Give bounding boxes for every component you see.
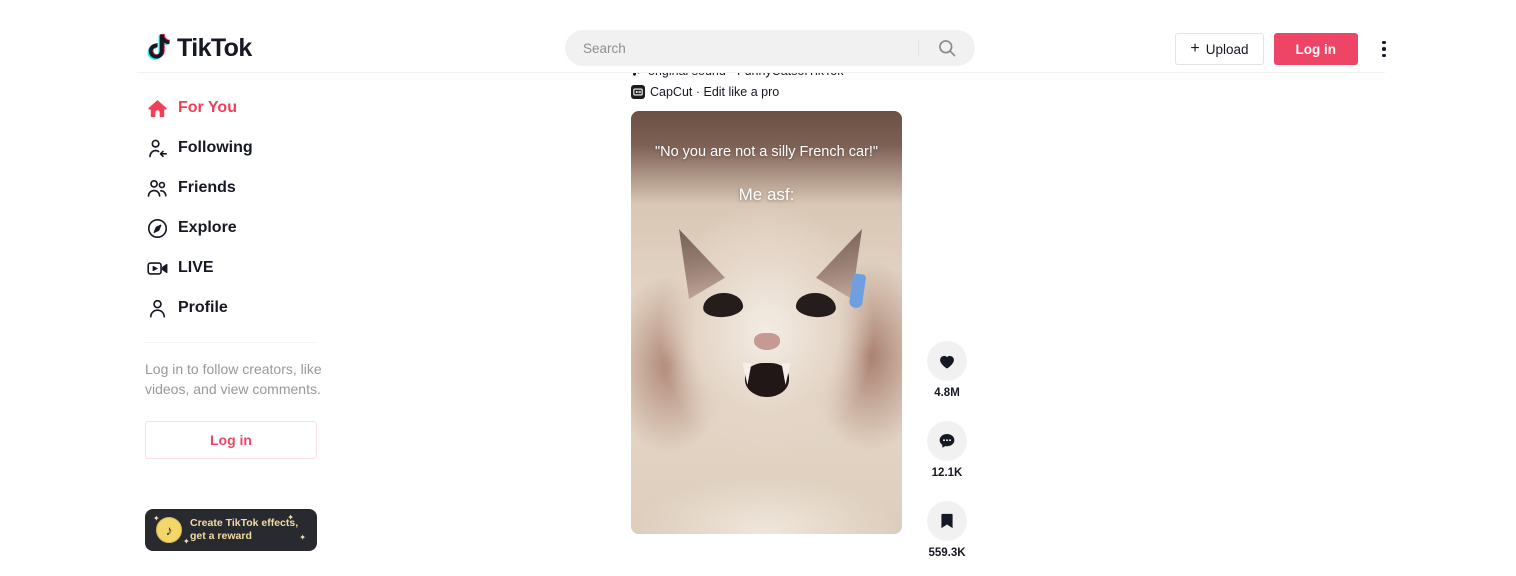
sidebar-item-label: Explore: [178, 219, 237, 236]
top-header: TikTok + Upload Log in: [0, 0, 1516, 73]
bookmark-button[interactable]: [927, 501, 967, 541]
search-button[interactable]: [919, 30, 975, 66]
header-actions: + Upload Log in: [1175, 33, 1396, 65]
video-player[interactable]: "No you are not a silly French car!" Me …: [631, 111, 902, 534]
sidebar-item-label: Following: [178, 139, 253, 156]
sparkle-icon: ✦: [287, 513, 294, 522]
sidebar-item-label: Profile: [178, 299, 228, 316]
sidebar-item-live[interactable]: LIVE: [145, 248, 345, 288]
like-action: 4.8M: [917, 341, 977, 400]
comment-action: 12.1K: [917, 421, 977, 480]
video-caption-overlay: "No you are not a silly French car!" Me …: [631, 142, 902, 206]
search-icon: [939, 40, 956, 57]
tiktok-page: TikTok + Upload Log in: [0, 0, 1516, 576]
like-button[interactable]: [927, 341, 967, 381]
cat-mouth: [744, 363, 789, 397]
effects-banner-text: Create TikTok effects, get a reward: [190, 517, 298, 543]
effects-banner-line2: get a reward: [190, 530, 252, 542]
home-icon: [145, 96, 169, 120]
sidebar-item-for-you[interactable]: For You: [145, 88, 345, 128]
search-input[interactable]: [565, 31, 918, 65]
sidebar-item-label: LIVE: [178, 259, 214, 276]
sidebar-divider: [145, 342, 317, 343]
comment-count: 12.1K: [931, 467, 963, 479]
friends-icon: [145, 176, 169, 200]
create-effects-banner[interactable]: ✦ ✦ ✦ ✦ ♪ Create TikTok effects, get a r…: [145, 509, 317, 551]
capcut-text: CapCut · Edit like a pro: [650, 85, 780, 99]
tiktok-logo[interactable]: TikTok: [145, 33, 252, 63]
bookmark-icon: [941, 513, 953, 529]
plus-icon: +: [1190, 40, 1200, 57]
like-count: 4.8M: [934, 387, 960, 399]
header-login-button[interactable]: Log in: [1273, 33, 1358, 65]
bookmark-action: 559.3K: [917, 501, 977, 560]
overlay-quote: "No you are not a silly French car!": [654, 144, 879, 160]
upload-label: Upload: [1205, 41, 1249, 57]
heart-icon: [940, 355, 954, 369]
sparkle-icon: ✦: [299, 533, 306, 542]
sidebar-item-following[interactable]: Following: [145, 128, 345, 168]
live-icon: [145, 256, 169, 280]
overlay-line2: Me asf:: [738, 185, 795, 204]
bookmark-count: 559.3K: [928, 547, 966, 559]
effects-banner-line1: Create TikTok effects,: [190, 517, 299, 529]
sidebar-item-label: Friends: [178, 179, 236, 196]
logo-text: TikTok: [177, 34, 252, 62]
capcut-info[interactable]: CapCut · Edit like a pro: [631, 85, 779, 99]
header-divider: [137, 72, 1385, 73]
sidebar-item-profile[interactable]: Profile: [145, 288, 345, 328]
capcut-icon: [631, 85, 645, 99]
comment-button[interactable]: [927, 421, 967, 461]
sparkle-icon: ✦: [183, 537, 190, 546]
more-vertical-icon[interactable]: [1372, 33, 1396, 65]
tiktok-note-icon: [147, 33, 170, 60]
person-icon: [145, 296, 169, 320]
search-bar[interactable]: [565, 30, 975, 66]
sidebar-item-label: For You: [178, 99, 237, 116]
login-prompt-text: Log in to follow creators, like videos, …: [145, 361, 322, 397]
sparkle-icon: ✦: [153, 514, 160, 523]
following-icon: [145, 136, 169, 160]
sidebar-item-explore[interactable]: Explore: [145, 208, 345, 248]
compass-icon: [145, 216, 169, 240]
cat-nose: [753, 333, 780, 350]
upload-button[interactable]: + Upload: [1175, 33, 1264, 65]
left-sidebar: For You Following Friends Explore LIVE P…: [145, 88, 345, 551]
sidebar-item-friends[interactable]: Friends: [145, 168, 345, 208]
sidebar-login-button[interactable]: Log in: [145, 421, 317, 459]
engagement-actions: 4.8M 12.1K 559.3K: [917, 341, 977, 576]
comment-icon: [939, 434, 955, 448]
